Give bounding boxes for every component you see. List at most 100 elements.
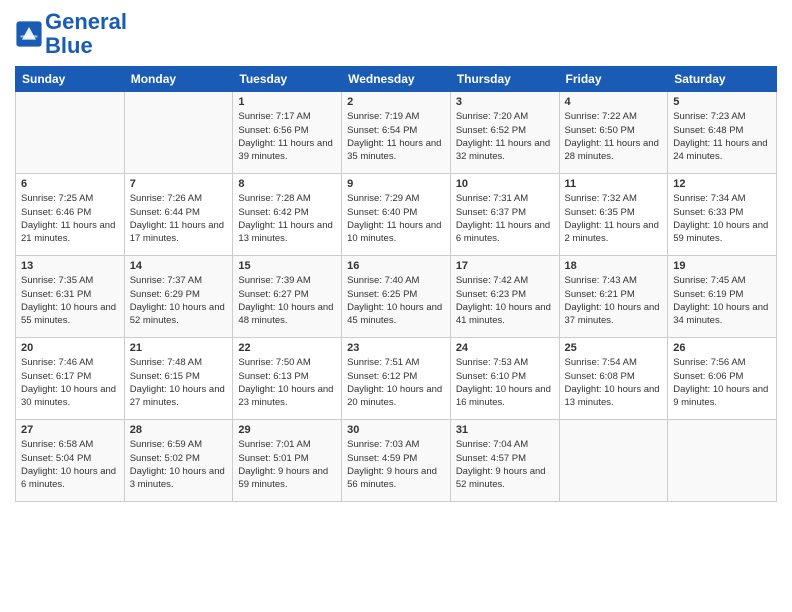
calendar-cell: 29Sunrise: 7:01 AM Sunset: 5:01 PM Dayli… — [233, 420, 342, 502]
calendar-cell: 6 Sunrise: 7:25 AM Sunset: 6:46 PM Daylig… — [16, 174, 125, 256]
day-info: Sunrise: 7:53 AM Sunset: 6:10 PM Dayligh… — [456, 356, 554, 409]
calendar-cell: 25Sunrise: 7:54 AM Sunset: 6:08 PM Dayli… — [559, 338, 668, 420]
calendar-cell: 31 Sunrise: 7:04 AM Sunset: 4:57 PM Dayli… — [450, 420, 559, 502]
calendar-cell: 11 Sunrise: 7:32 AM Sunset: 6:35 PM Dayli… — [559, 174, 668, 256]
calendar-cell: 17 Sunrise: 7:42 AM Sunset: 6:23 PM Dayli… — [450, 256, 559, 338]
calendar-cell: 19 Sunrise: 7:45 AM Sunset: 6:19 PM Dayli… — [668, 256, 777, 338]
calendar-cell: 30 Sunrise: 7:03 AM Sunset: 4:59 PM Dayli… — [342, 420, 451, 502]
weekday-header-monday: Monday — [124, 67, 233, 92]
calendar-cell — [16, 92, 125, 174]
day-info: Sunrise: 6:59 AM Sunset: 5:02 PM Dayligh… — [130, 438, 228, 491]
day-info: Sunrise: 7:45 AM Sunset: 6:19 PM Dayligh… — [673, 274, 771, 327]
day-number: 13 — [21, 260, 119, 272]
day-info: Sunrise: 6:58 AM Sunset: 5:04 PM Dayligh… — [21, 438, 119, 491]
day-number: 16 — [347, 260, 445, 272]
calendar-cell: 2 Sunrise: 7:19 AM Sunset: 6:54 PM Daylig… — [342, 92, 451, 174]
day-number: 29 — [238, 424, 336, 436]
day-info: Sunrise: 7:28 AM Sunset: 6:42 PM Dayligh… — [238, 192, 336, 245]
day-info: Sunrise: 7:50 AM Sunset: 6:13 PM Dayligh… — [238, 356, 336, 409]
calendar-cell — [124, 92, 233, 174]
page-header: General Blue — [15, 10, 777, 58]
day-number: 7 — [130, 178, 228, 190]
logo-text: General — [45, 10, 127, 34]
day-info: Sunrise: 7:29 AM Sunset: 6:40 PM Dayligh… — [347, 192, 445, 245]
calendar-cell: 12Sunrise: 7:34 AM Sunset: 6:33 PM Dayli… — [668, 174, 777, 256]
day-number: 1 — [238, 96, 336, 108]
weekday-header-tuesday: Tuesday — [233, 67, 342, 92]
day-number: 21 — [130, 342, 228, 354]
day-number: 19 — [673, 260, 771, 272]
day-number: 3 — [456, 96, 554, 108]
day-info: Sunrise: 7:23 AM Sunset: 6:48 PM Dayligh… — [673, 110, 771, 163]
day-number: 6 — [21, 178, 119, 190]
day-number: 18 — [565, 260, 663, 272]
day-number: 9 — [347, 178, 445, 190]
day-info: Sunrise: 7:20 AM Sunset: 6:52 PM Dayligh… — [456, 110, 554, 163]
day-number: 22 — [238, 342, 336, 354]
day-number: 20 — [21, 342, 119, 354]
weekday-header-thursday: Thursday — [450, 67, 559, 92]
calendar-cell: 4Sunrise: 7:22 AM Sunset: 6:50 PM Daylig… — [559, 92, 668, 174]
calendar-cell — [668, 420, 777, 502]
calendar-week-1: 1 Sunrise: 7:17 AM Sunset: 6:56 PM Daylig… — [16, 92, 777, 174]
calendar-cell: 24 Sunrise: 7:53 AM Sunset: 6:10 PM Dayli… — [450, 338, 559, 420]
day-number: 4 — [565, 96, 663, 108]
calendar-cell: 22 Sunrise: 7:50 AM Sunset: 6:13 PM Dayli… — [233, 338, 342, 420]
day-info: Sunrise: 7:37 AM Sunset: 6:29 PM Dayligh… — [130, 274, 228, 327]
day-number: 17 — [456, 260, 554, 272]
calendar-table: SundayMondayTuesdayWednesdayThursdayFrid… — [15, 66, 777, 502]
logo-icon — [15, 20, 43, 48]
calendar-week-5: 27Sunrise: 6:58 AM Sunset: 5:04 PM Dayli… — [16, 420, 777, 502]
weekday-header-wednesday: Wednesday — [342, 67, 451, 92]
calendar-cell: 26 Sunrise: 7:56 AM Sunset: 6:06 PM Dayli… — [668, 338, 777, 420]
calendar-week-2: 6 Sunrise: 7:25 AM Sunset: 6:46 PM Daylig… — [16, 174, 777, 256]
day-info: Sunrise: 7:56 AM Sunset: 6:06 PM Dayligh… — [673, 356, 771, 409]
day-info: Sunrise: 7:51 AM Sunset: 6:12 PM Dayligh… — [347, 356, 445, 409]
day-info: Sunrise: 7:32 AM Sunset: 6:35 PM Dayligh… — [565, 192, 663, 245]
calendar-cell: 14Sunrise: 7:37 AM Sunset: 6:29 PM Dayli… — [124, 256, 233, 338]
day-number: 10 — [456, 178, 554, 190]
day-number: 2 — [347, 96, 445, 108]
day-info: Sunrise: 7:19 AM Sunset: 6:54 PM Dayligh… — [347, 110, 445, 163]
calendar-cell: 23 Sunrise: 7:51 AM Sunset: 6:12 PM Dayli… — [342, 338, 451, 420]
day-info: Sunrise: 7:04 AM Sunset: 4:57 PM Dayligh… — [456, 438, 554, 491]
day-number: 24 — [456, 342, 554, 354]
calendar-cell: 20 Sunrise: 7:46 AM Sunset: 6:17 PM Dayli… — [16, 338, 125, 420]
calendar-cell: 9 Sunrise: 7:29 AM Sunset: 6:40 PM Daylig… — [342, 174, 451, 256]
logo-text2: Blue — [45, 34, 127, 58]
day-info: Sunrise: 7:26 AM Sunset: 6:44 PM Dayligh… — [130, 192, 228, 245]
calendar-week-3: 13 Sunrise: 7:35 AM Sunset: 6:31 PM Dayli… — [16, 256, 777, 338]
day-number: 31 — [456, 424, 554, 436]
day-info: Sunrise: 7:48 AM Sunset: 6:15 PM Dayligh… — [130, 356, 228, 409]
calendar-cell: 3 Sunrise: 7:20 AM Sunset: 6:52 PM Daylig… — [450, 92, 559, 174]
calendar-cell: 28Sunrise: 6:59 AM Sunset: 5:02 PM Dayli… — [124, 420, 233, 502]
day-info: Sunrise: 7:34 AM Sunset: 6:33 PM Dayligh… — [673, 192, 771, 245]
calendar-cell — [559, 420, 668, 502]
day-info: Sunrise: 7:25 AM Sunset: 6:46 PM Dayligh… — [21, 192, 119, 245]
calendar-body: 1 Sunrise: 7:17 AM Sunset: 6:56 PM Daylig… — [16, 92, 777, 502]
day-info: Sunrise: 7:42 AM Sunset: 6:23 PM Dayligh… — [456, 274, 554, 327]
day-info: Sunrise: 7:35 AM Sunset: 6:31 PM Dayligh… — [21, 274, 119, 327]
weekday-header-sunday: Sunday — [16, 67, 125, 92]
day-info: Sunrise: 7:17 AM Sunset: 6:56 PM Dayligh… — [238, 110, 336, 163]
calendar-cell: 1 Sunrise: 7:17 AM Sunset: 6:56 PM Daylig… — [233, 92, 342, 174]
calendar-header: SundayMondayTuesdayWednesdayThursdayFrid… — [16, 67, 777, 92]
calendar-cell: 10Sunrise: 7:31 AM Sunset: 6:37 PM Dayli… — [450, 174, 559, 256]
day-number: 5 — [673, 96, 771, 108]
calendar-cell: 7 Sunrise: 7:26 AM Sunset: 6:44 PM Daylig… — [124, 174, 233, 256]
day-number: 11 — [565, 178, 663, 190]
day-info: Sunrise: 7:43 AM Sunset: 6:21 PM Dayligh… — [565, 274, 663, 327]
day-number: 26 — [673, 342, 771, 354]
day-number: 23 — [347, 342, 445, 354]
logo: General Blue — [15, 10, 127, 58]
day-number: 25 — [565, 342, 663, 354]
calendar-cell: 15Sunrise: 7:39 AM Sunset: 6:27 PM Dayli… — [233, 256, 342, 338]
day-number: 8 — [238, 178, 336, 190]
weekday-header-saturday: Saturday — [668, 67, 777, 92]
weekday-header-friday: Friday — [559, 67, 668, 92]
day-info: Sunrise: 7:46 AM Sunset: 6:17 PM Dayligh… — [21, 356, 119, 409]
day-number: 30 — [347, 424, 445, 436]
day-info: Sunrise: 7:03 AM Sunset: 4:59 PM Dayligh… — [347, 438, 445, 491]
calendar-cell: 8 Sunrise: 7:28 AM Sunset: 6:42 PM Daylig… — [233, 174, 342, 256]
calendar-week-4: 20 Sunrise: 7:46 AM Sunset: 6:17 PM Dayli… — [16, 338, 777, 420]
